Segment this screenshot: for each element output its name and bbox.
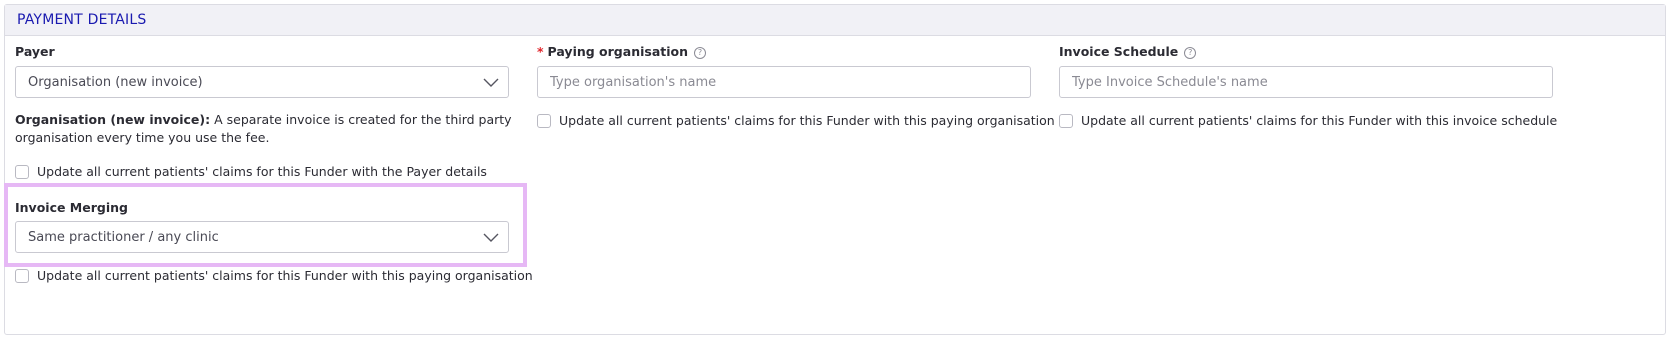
paying-organisation-label: * Paying organisation? <box>537 44 706 59</box>
invoice-schedule-update-checkbox[interactable] <box>1059 114 1073 128</box>
invoice-schedule-update-checkbox-label: Update all current patients' claims for … <box>1081 113 1558 128</box>
payer-update-checkbox[interactable] <box>15 165 29 179</box>
invoice-schedule-field <box>1059 66 1553 98</box>
question-circle-icon[interactable]: ? <box>1184 47 1197 59</box>
paying-organisation-update-checkbox[interactable] <box>537 114 551 128</box>
invoice-schedule-input[interactable] <box>1060 67 1552 97</box>
invoice-merging-update-checkbox[interactable] <box>15 269 29 283</box>
paying-organisation-label-text: Paying organisation <box>547 44 688 59</box>
paying-organisation-input[interactable] <box>538 67 1030 97</box>
panel-title: PAYMENT DETAILS <box>17 12 147 28</box>
payer-description-bold: Organisation (new invoice): <box>15 112 211 127</box>
chevron-down-icon <box>483 78 499 87</box>
payer-label: Payer <box>15 44 55 59</box>
invoice-schedule-label: Invoice Schedule? <box>1059 44 1197 59</box>
payer-selected-value: Organisation (new invoice) <box>28 75 203 90</box>
payer-description: Organisation (new invoice): A separate i… <box>15 111 515 147</box>
chevron-down-icon <box>483 233 499 242</box>
invoice-merging-label: Invoice Merging <box>15 200 128 215</box>
invoice-schedule-label-text: Invoice Schedule <box>1059 44 1179 59</box>
paying-organisation-update-checkbox-label: Update all current patients' claims for … <box>559 113 1055 128</box>
payer-update-checkbox-label: Update all current patients' claims for … <box>37 164 487 179</box>
invoice-merging-update-checkbox-label: Update all current patients' claims for … <box>37 268 533 283</box>
question-circle-icon[interactable]: ? <box>694 47 706 59</box>
paying-organisation-field <box>537 66 1031 98</box>
invoice-merging-select[interactable]: Same practitioner / any clinic <box>15 221 509 253</box>
payer-select[interactable]: Organisation (new invoice) <box>15 66 509 98</box>
panel-header: PAYMENT DETAILS <box>5 5 1665 36</box>
invoice-merging-selected-value: Same practitioner / any clinic <box>28 230 219 245</box>
required-indicator: * <box>537 44 544 59</box>
